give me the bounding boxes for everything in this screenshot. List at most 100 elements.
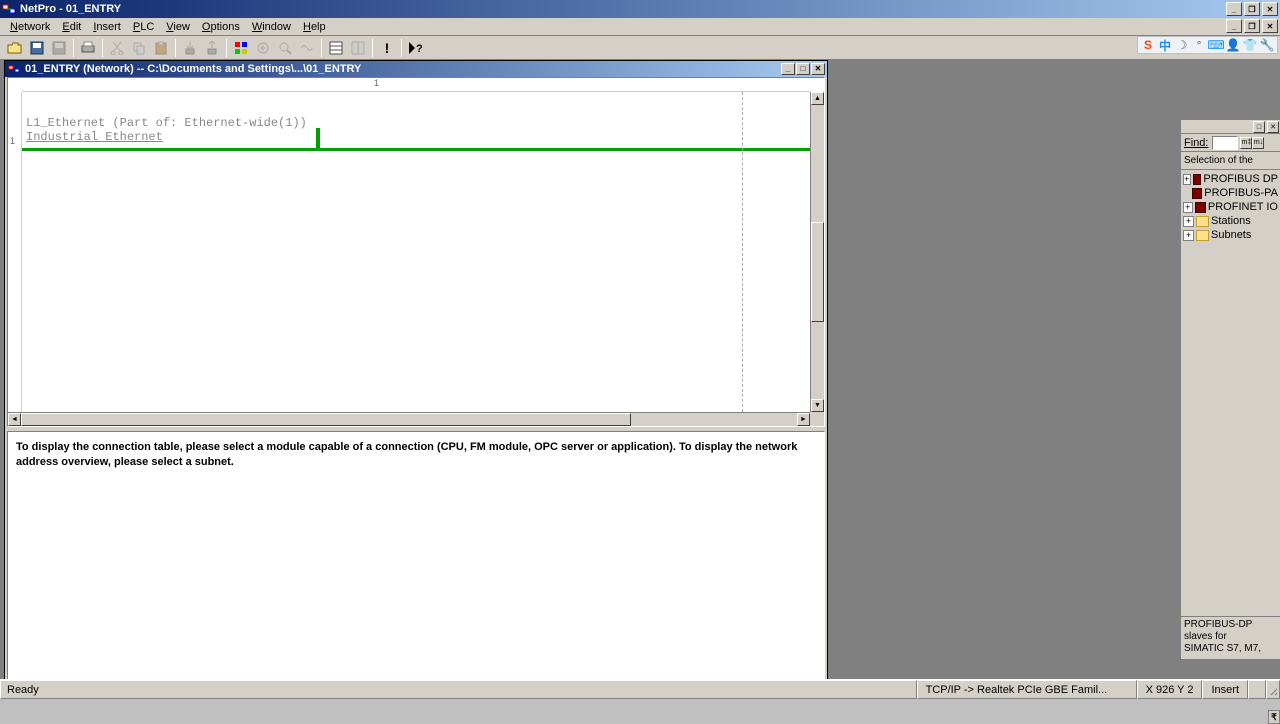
ethernet-bus-line[interactable] [22,148,810,151]
catalog-description: PROFIBUS-DP slaves for SIMATIC S7, M7, [1181,616,1280,659]
diagram-canvas[interactable]: L1_Ethernet (Part of: Ethernet-wide(1)) … [22,92,810,412]
toolbar-separator [102,39,103,57]
desc-line: PROFIBUS-DP [1184,619,1277,631]
keyboard-icon[interactable]: ⌨ [1209,38,1223,52]
scroll-left-button[interactable]: ◄ [8,413,21,426]
vertical-ruler: 1 [8,92,22,412]
mdi-restore-button[interactable]: ❐ [1244,19,1260,33]
app-icon [2,2,16,16]
ime-s-icon[interactable]: S [1141,38,1155,52]
cross-proj-button[interactable] [230,38,252,58]
tree-item-profinet-io[interactable]: + PROFINET IO [1183,200,1278,214]
tree-item-stations[interactable]: + Stations [1183,214,1278,228]
toggle-catalog-button[interactable] [325,38,347,58]
toolbar-separator [321,39,322,57]
scroll-up-button[interactable]: ▲ [811,92,824,105]
open-button[interactable] [4,38,26,58]
tree-label: Stations [1211,215,1251,227]
vertical-scrollbar[interactable]: ▲ ▼ [810,92,824,412]
menu-help[interactable]: Help [297,19,332,35]
check-button[interactable]: ! [376,38,398,58]
resize-grip[interactable] [1266,680,1280,699]
scroll-right-button[interactable]: ► [797,413,810,426]
status-chg [1248,680,1266,699]
network-window: 01_ENTRY (Network) -- C:\Documents and S… [4,60,828,694]
ethernet-node-marker[interactable] [316,128,320,148]
catalog-pin-button[interactable]: □ [1253,121,1265,133]
person-icon[interactable]: 👤 [1226,38,1240,52]
folder-icon [1196,230,1209,241]
half-moon-icon[interactable]: ☽ [1175,38,1189,52]
close-button[interactable]: ✕ [1262,2,1278,16]
catalog-close-button[interactable]: ✕ [1267,121,1279,133]
status-insert-mode: Insert [1202,680,1248,699]
menu-bar: Network Edit Insert PLC View Options Win… [0,18,1280,36]
find-input[interactable] [1212,136,1238,150]
find-next-button[interactable]: m↓ [1252,137,1264,149]
maximize-button[interactable]: ❐ [1244,2,1260,16]
scroll-down-button[interactable]: ▼ [811,399,824,412]
find-label: Find: [1184,137,1208,149]
punct-icon[interactable]: ° [1192,38,1206,52]
menu-plc[interactable]: PLC [127,19,160,35]
child-close-button[interactable]: ✕ [811,63,825,75]
status-network: TCP/IP -> Realtek PCIe GBE Famil... [917,680,1137,699]
desc-line: SIMATIC S7, M7, [1184,643,1277,655]
tree-item-profibus-dp[interactable]: + PROFIBUS DP [1183,172,1278,186]
status-coords: X 926 Y 2 [1137,680,1203,699]
mdi-minimize-button[interactable]: _ [1226,19,1242,33]
child-maximize-button[interactable]: □ [796,63,810,75]
find-prev-button[interactable]: m‡ [1240,137,1252,149]
ruler-mark: 1 [374,78,379,88]
menu-edit[interactable]: Edit [56,19,87,35]
expand-icon[interactable]: + [1183,216,1194,227]
expand-icon[interactable]: + [1183,202,1193,213]
page-boundary [742,92,743,412]
download-button [179,38,201,58]
tree-label: PROFINET IO [1208,201,1278,213]
catalog-panel: □ ✕ Find: m‡ m↓ Selection of the +PROFIB… [1180,120,1280,659]
workspace: 01_ENTRY (Network) -- C:\Documents and S… [0,60,1280,679]
context-help-button[interactable]: ? [405,38,427,58]
tree-item-profibus-pa[interactable]: PROFIBUS-PA [1183,186,1278,200]
tree-item-subnets[interactable]: +Subnets [1183,228,1278,242]
horizontal-scrollbar[interactable]: ◄ ► [8,412,810,426]
status-ready: Ready [0,680,917,699]
ruler-v-mark: 1 [10,136,15,146]
svg-text:?: ? [416,43,423,55]
tree-label: PROFIBUS DP [1203,173,1278,185]
menu-view[interactable]: View [160,19,196,35]
ime-zh-icon[interactable]: 中 [1158,38,1172,52]
magnify-button [274,38,296,58]
mdi-close-button[interactable]: ✕ [1262,19,1278,33]
child-titlebar[interactable]: 01_ENTRY (Network) -- C:\Documents and S… [5,61,827,77]
child-title: 01_ENTRY (Network) -- C:\Documents and S… [25,63,780,75]
toolbar: ! ? [0,36,1280,60]
menu-network[interactable]: Network [4,19,56,35]
info-text: To display the connection table, please … [16,441,797,468]
wrench-icon[interactable]: 🔧 [1260,38,1274,52]
child-minimize-button[interactable]: _ [781,63,795,75]
find-row: Find: m‡ m↓ [1181,134,1280,152]
upload-button [201,38,223,58]
minimize-button[interactable]: _ [1226,2,1242,16]
horizontal-ruler: 1 [22,78,810,92]
print-button[interactable] [77,38,99,58]
scroll-thumb-v[interactable] [811,222,824,322]
rearrange-button [347,38,369,58]
expand-icon[interactable]: + [1183,174,1191,185]
skin-icon[interactable]: 👕 [1243,38,1257,52]
paste-button [150,38,172,58]
catalog-collapse-button[interactable]: ₹ [1268,710,1280,724]
selection-label: Selection of the [1181,152,1280,170]
scroll-thumb-h[interactable] [21,413,631,426]
menu-options[interactable]: Options [196,19,246,35]
catalog-toolbar: □ ✕ [1181,120,1280,134]
menu-insert[interactable]: Insert [87,19,127,35]
expand-icon[interactable]: + [1183,230,1194,241]
toolbar-separator [372,39,373,57]
network-sublabel[interactable]: Industrial Ethernet [26,130,163,144]
change-view-button [252,38,274,58]
save-button[interactable] [26,38,48,58]
menu-window[interactable]: Window [246,19,297,35]
